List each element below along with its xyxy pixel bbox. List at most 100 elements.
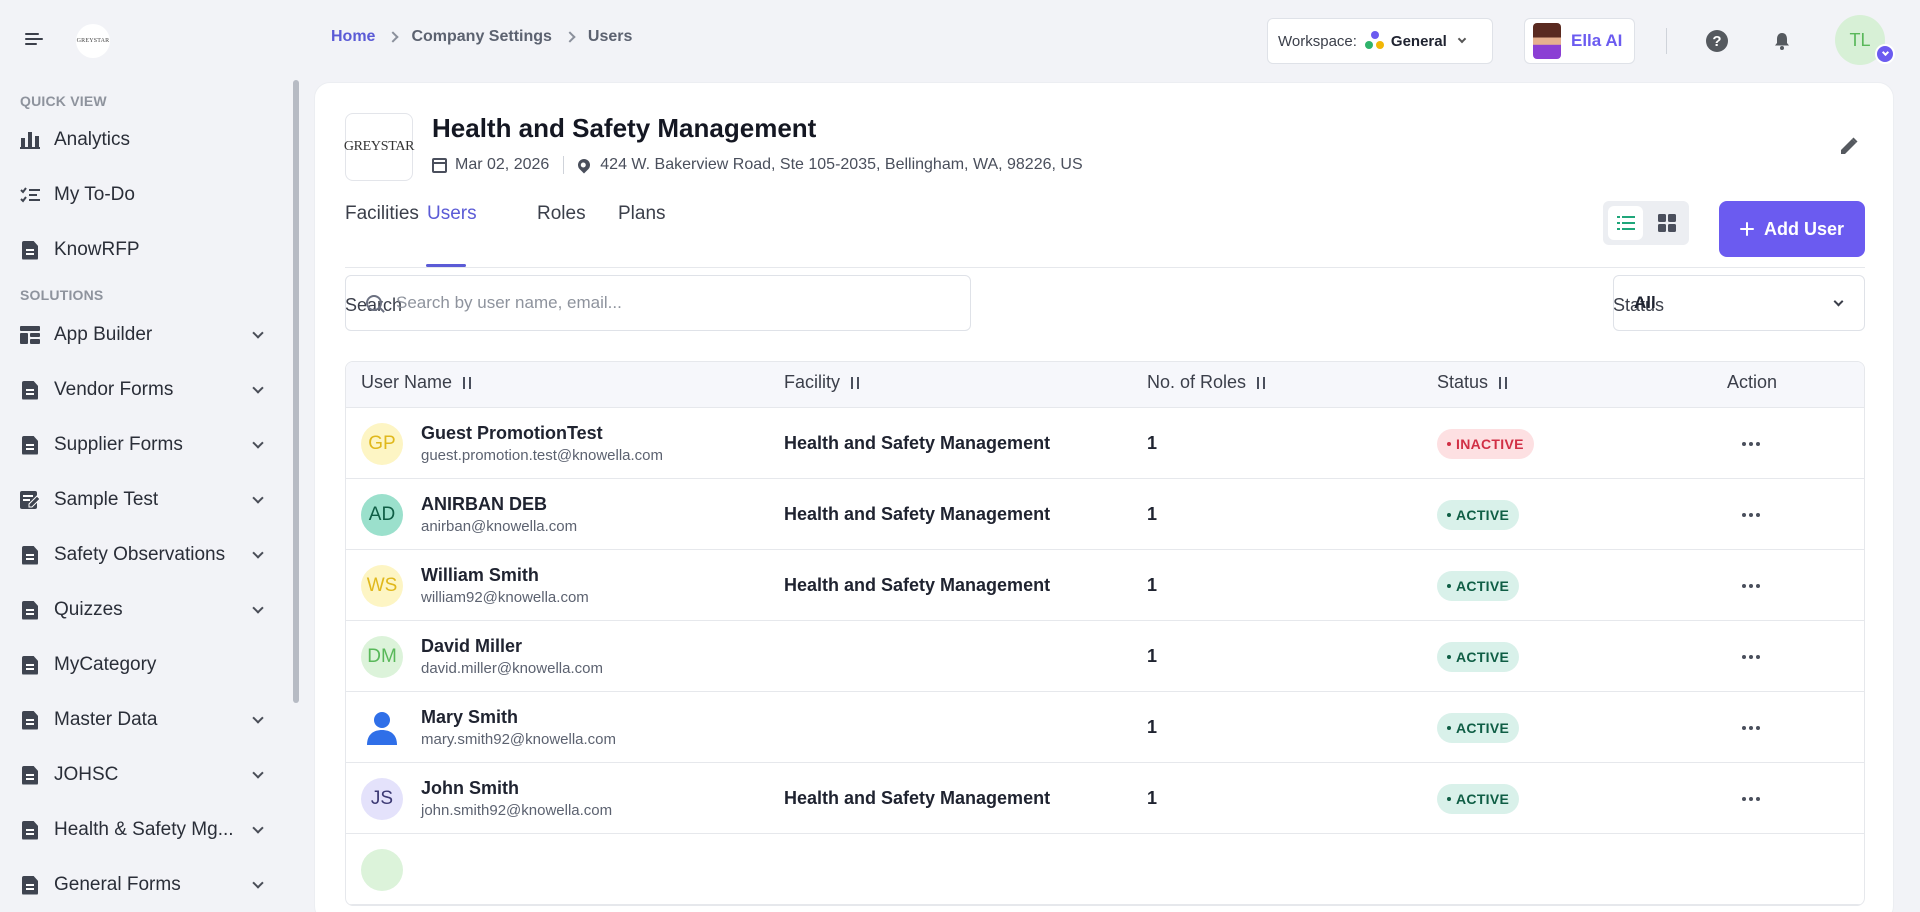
edit-note-icon: [20, 490, 40, 510]
user-role-count: 1: [1147, 433, 1158, 453]
sidebar-item-master-data[interactable]: Master Data: [20, 703, 270, 737]
list-view-icon[interactable]: [1608, 206, 1643, 240]
sort-icon[interactable]: [1496, 376, 1510, 390]
sidebar-scrollbar[interactable]: [293, 80, 299, 703]
user-email: mary.smith92@knowella.com: [421, 731, 617, 748]
chevron-down-icon: [252, 491, 264, 504]
document-icon: [20, 655, 40, 675]
workspace-dots-icon: [1364, 31, 1385, 51]
table-row[interactable]: JS John Smith john.smith92@knowella.com …: [346, 763, 1864, 834]
sidebar-item-sample-test[interactable]: Sample Test: [20, 483, 270, 517]
more-actions-icon[interactable]: [1739, 647, 1763, 667]
status-select[interactable]: All: [1613, 275, 1865, 331]
status-badge: ACTIVE: [1437, 571, 1520, 601]
menu-toggle-icon[interactable]: [25, 30, 45, 50]
sidebar-item-supplier-forms[interactable]: Supplier Forms: [20, 428, 270, 462]
sidebar-item-app-builder[interactable]: App Builder: [20, 318, 270, 352]
more-actions-icon[interactable]: [1739, 434, 1763, 454]
quick-view-heading: QUICK VIEW: [20, 93, 107, 109]
ella-ai-button[interactable]: Ella AI: [1524, 18, 1635, 64]
tab-users[interactable]: Users: [427, 203, 477, 243]
table-row[interactable]: Mary Smith mary.smith92@knowella.com 1 A…: [346, 692, 1864, 763]
column-header-facility[interactable]: Facility: [784, 372, 862, 393]
account-menu-chevron-icon[interactable]: [1875, 44, 1895, 64]
sidebar-item-label: Safety Observations: [54, 544, 226, 565]
tab-plans[interactable]: Plans: [618, 203, 666, 243]
help-icon[interactable]: ?: [1706, 30, 1728, 52]
sidebar-item-knowrfp[interactable]: KnowRFP: [20, 233, 270, 267]
more-actions-icon[interactable]: [1739, 718, 1763, 738]
chevron-down-icon: [252, 766, 264, 779]
user-name[interactable]: Guest PromotionTest: [421, 423, 603, 444]
table-body: GP Guest PromotionTest guest.promotion.t…: [346, 408, 1864, 905]
sidebar-item-my-to-do[interactable]: My To-Do: [20, 178, 270, 212]
breadcrumb-chevron-icon: [387, 31, 400, 43]
table-row[interactable]: DM David Miller david.miller@knowella.co…: [346, 621, 1864, 692]
person-icon: [367, 712, 397, 745]
user-name[interactable]: ANIRBAN DEB: [421, 494, 547, 515]
tab-facilities[interactable]: Facilities: [345, 203, 419, 243]
column-header-status[interactable]: Status: [1437, 372, 1510, 393]
main-panel: GREYSTAR Health and Safety Management Ma…: [314, 82, 1894, 912]
more-actions-icon[interactable]: [1739, 576, 1763, 596]
user-email: anirban@knowella.com: [421, 518, 578, 535]
user-email: william92@knowella.com: [421, 589, 589, 606]
add-user-label: Add User: [1763, 218, 1844, 239]
sidebar-item-quizzes[interactable]: Quizzes: [20, 593, 270, 627]
divider: [1666, 28, 1667, 54]
column-header-user-name[interactable]: User Name: [361, 372, 474, 393]
avatar: AD: [361, 494, 403, 536]
document-icon: [20, 820, 40, 840]
sidebar-item-safety-observations[interactable]: Safety Observations: [20, 538, 270, 572]
sidebar-item-mycategory[interactable]: MyCategory: [20, 648, 270, 682]
avatar: DM: [361, 636, 403, 678]
table-row[interactable]: [346, 834, 1864, 905]
sidebar-item-johsc[interactable]: JOHSC: [20, 758, 270, 792]
edit-pencil-icon[interactable]: [1838, 135, 1860, 157]
table-row[interactable]: AD ANIRBAN DEB anirban@knowella.com Heal…: [346, 479, 1864, 550]
location-pin-icon: [575, 156, 593, 174]
sort-icon[interactable]: [848, 376, 862, 390]
more-actions-icon[interactable]: [1739, 505, 1763, 525]
user-name[interactable]: William Smith: [421, 565, 539, 586]
column-header-roles[interactable]: No. of Roles: [1147, 372, 1268, 393]
sidebar-item-vendor-forms[interactable]: Vendor Forms: [20, 373, 270, 407]
tab-roles[interactable]: Roles: [537, 203, 586, 243]
page-title: Health and Safety Management: [432, 113, 817, 143]
breadcrumb-home[interactable]: Home: [331, 28, 375, 46]
solutions-heading: SOLUTIONS: [20, 287, 104, 303]
users-table: User Name Facility No. of Roles Status A…: [345, 361, 1865, 906]
document-icon: [20, 380, 40, 400]
user-role-count: 1: [1147, 575, 1158, 595]
column-header-action: Action: [1727, 372, 1778, 392]
sidebar-item-general-forms[interactable]: General Forms: [20, 868, 270, 902]
chevron-down-icon: [252, 381, 264, 394]
search-input[interactable]: [396, 293, 956, 313]
grid-view-icon[interactable]: [1649, 206, 1684, 240]
company-date: Mar 02, 2026: [455, 156, 550, 173]
brand-logo[interactable]: GREYSTAR: [76, 24, 110, 58]
calendar-icon: [432, 157, 447, 173]
user-role-count: 1: [1147, 646, 1158, 666]
workspace-selector[interactable]: Workspace: General: [1267, 18, 1493, 64]
table-row[interactable]: WS William Smith william92@knowella.com …: [346, 550, 1864, 621]
more-actions-icon[interactable]: [1739, 789, 1763, 809]
sidebar-item-label: Vendor Forms: [54, 379, 174, 400]
breadcrumb-company-settings[interactable]: Company Settings: [411, 28, 551, 46]
user-facility: Health and Safety Management: [784, 504, 1051, 524]
sort-icon[interactable]: [1254, 376, 1268, 390]
user-role-count: 1: [1147, 788, 1158, 808]
sidebar-item-health-safety-mgmt[interactable]: Health & Safety Mg...: [20, 813, 270, 847]
sort-icon[interactable]: [460, 376, 474, 390]
sidebar-item-analytics[interactable]: Analytics: [20, 123, 270, 157]
user-name[interactable]: John Smith: [421, 778, 519, 799]
sidebar-item-label: KnowRFP: [54, 239, 140, 260]
table-row[interactable]: GP Guest PromotionTest guest.promotion.t…: [346, 408, 1864, 479]
chevron-down-icon: [252, 711, 264, 724]
ella-avatar: [1533, 23, 1561, 59]
add-user-button[interactable]: Add User: [1719, 201, 1865, 257]
view-toggle: [1603, 201, 1689, 245]
user-name[interactable]: Mary Smith: [421, 707, 518, 728]
bell-icon[interactable]: [1772, 31, 1792, 51]
user-name[interactable]: David Miller: [421, 636, 522, 657]
